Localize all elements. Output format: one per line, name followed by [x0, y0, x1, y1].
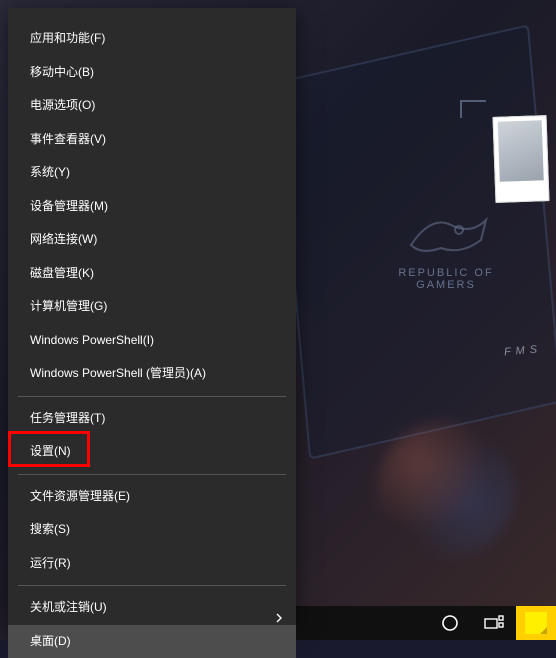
- menu-power-options[interactable]: 电源选项(O): [8, 89, 296, 123]
- menu-item-label: 关机或注销(U): [30, 600, 107, 614]
- menu-search[interactable]: 搜索(S): [8, 513, 296, 547]
- menu-item-label: Windows PowerShell (管理员)(A): [30, 366, 206, 380]
- menu-separator: [18, 585, 286, 586]
- chevron-right-icon: [276, 603, 282, 613]
- menu-item-label: 电源选项(O): [30, 98, 95, 112]
- menu-powershell-admin[interactable]: Windows PowerShell (管理员)(A): [8, 357, 296, 391]
- menu-shutdown-signout[interactable]: 关机或注销(U): [8, 591, 296, 625]
- menu-run[interactable]: 运行(R): [8, 547, 296, 581]
- menu-item-label: 桌面(D): [30, 634, 71, 648]
- menu-computer-management[interactable]: 计算机管理(G): [8, 290, 296, 324]
- menu-system[interactable]: 系统(Y): [8, 156, 296, 190]
- menu-desktop[interactable]: 桌面(D): [8, 625, 296, 658]
- winx-context-menu: 应用和功能(F) 移动中心(B) 电源选项(O) 事件查看器(V) 系统(Y) 设备管理器…: [8, 8, 296, 628]
- menu-item-label: 移动中心(B): [30, 65, 94, 79]
- rog-logo: REPUBLIC OF GAMERS: [386, 210, 506, 300]
- menu-task-manager[interactable]: 任务管理器(T): [8, 402, 296, 436]
- menu-item-label: Windows PowerShell(I): [30, 333, 154, 347]
- sticky-notes-icon[interactable]: [516, 606, 556, 640]
- menu-item-label: 网络连接(W): [30, 232, 97, 246]
- menu-mobility-center[interactable]: 移动中心(B): [8, 56, 296, 90]
- menu-separator: [18, 474, 286, 475]
- menu-item-label: 事件查看器(V): [30, 132, 106, 146]
- menu-item-label: 磁盘管理(K): [30, 266, 94, 280]
- menu-item-label: 系统(Y): [30, 165, 70, 179]
- menu-network-connections[interactable]: 网络连接(W): [8, 223, 296, 257]
- task-view-icon[interactable]: [472, 606, 516, 640]
- desktop-photo-frame: [493, 115, 550, 203]
- frame-corner-decor: [460, 100, 486, 118]
- menu-disk-management[interactable]: 磁盘管理(K): [8, 257, 296, 291]
- menu-separator: [18, 396, 286, 397]
- menu-item-label: 任务管理器(T): [30, 411, 105, 425]
- menu-device-manager[interactable]: 设备管理器(M): [8, 190, 296, 224]
- menu-apps-and-features[interactable]: 应用和功能(F): [8, 22, 296, 56]
- menu-item-label: 运行(R): [30, 556, 71, 570]
- menu-powershell[interactable]: Windows PowerShell(I): [8, 324, 296, 358]
- menu-item-label: 搜索(S): [30, 522, 70, 536]
- menu-item-label: 文件资源管理器(E): [30, 489, 130, 503]
- menu-item-label: 设置(N): [30, 444, 71, 458]
- cortana-icon[interactable]: [428, 606, 472, 640]
- menu-item-label: 应用和功能(F): [30, 31, 105, 45]
- menu-item-label: 设备管理器(M): [30, 199, 108, 213]
- menu-file-explorer[interactable]: 文件资源管理器(E): [8, 480, 296, 514]
- menu-settings[interactable]: 设置(N): [8, 435, 296, 469]
- taskbar: [296, 606, 556, 640]
- rog-text: REPUBLIC OF GAMERS: [386, 267, 506, 291]
- menu-item-label: 计算机管理(G): [30, 299, 107, 313]
- menu-event-viewer[interactable]: 事件查看器(V): [8, 123, 296, 157]
